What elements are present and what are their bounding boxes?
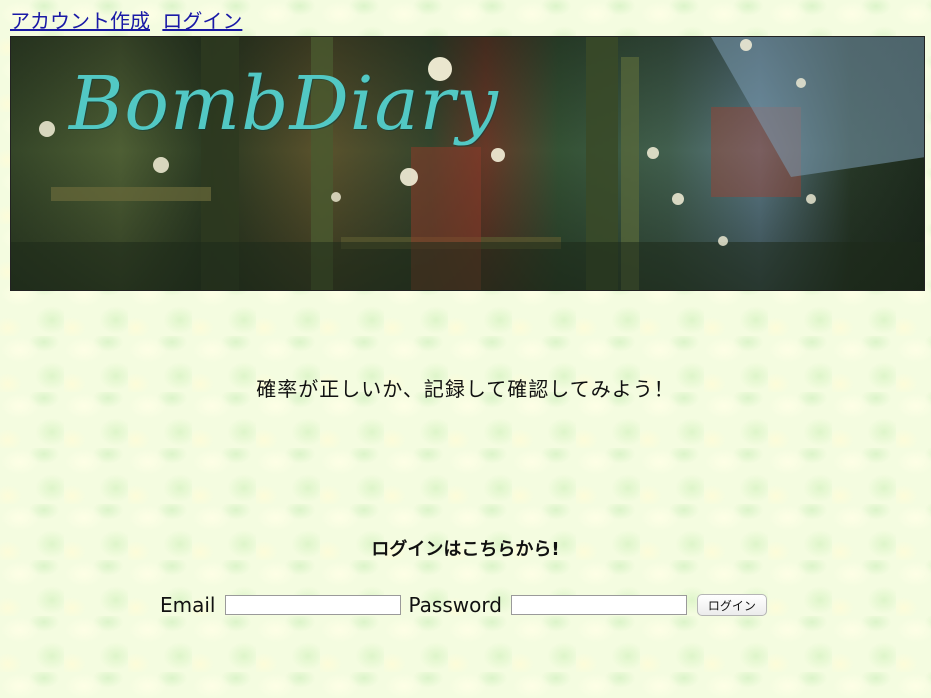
login-form: Email Password ログイン bbox=[160, 591, 767, 619]
email-field[interactable] bbox=[224, 595, 401, 615]
create-account-link[interactable]: アカウント作成 bbox=[10, 9, 150, 33]
email-label: Email bbox=[160, 593, 216, 617]
top-nav: アカウント作成 ログイン bbox=[10, 9, 248, 33]
site-logo: BombDiary bbox=[69, 61, 499, 147]
password-label: Password bbox=[408, 593, 502, 617]
login-heading: ログインはこちらから! bbox=[371, 539, 560, 560]
login-link[interactable]: ログイン bbox=[162, 9, 242, 33]
password-field[interactable] bbox=[510, 595, 687, 615]
header-banner-image: BombDiary bbox=[10, 36, 925, 291]
login-submit-button[interactable]: ログイン bbox=[696, 594, 767, 616]
tagline: 確率が正しいか、記録して確認してみよう！ bbox=[256, 377, 675, 401]
